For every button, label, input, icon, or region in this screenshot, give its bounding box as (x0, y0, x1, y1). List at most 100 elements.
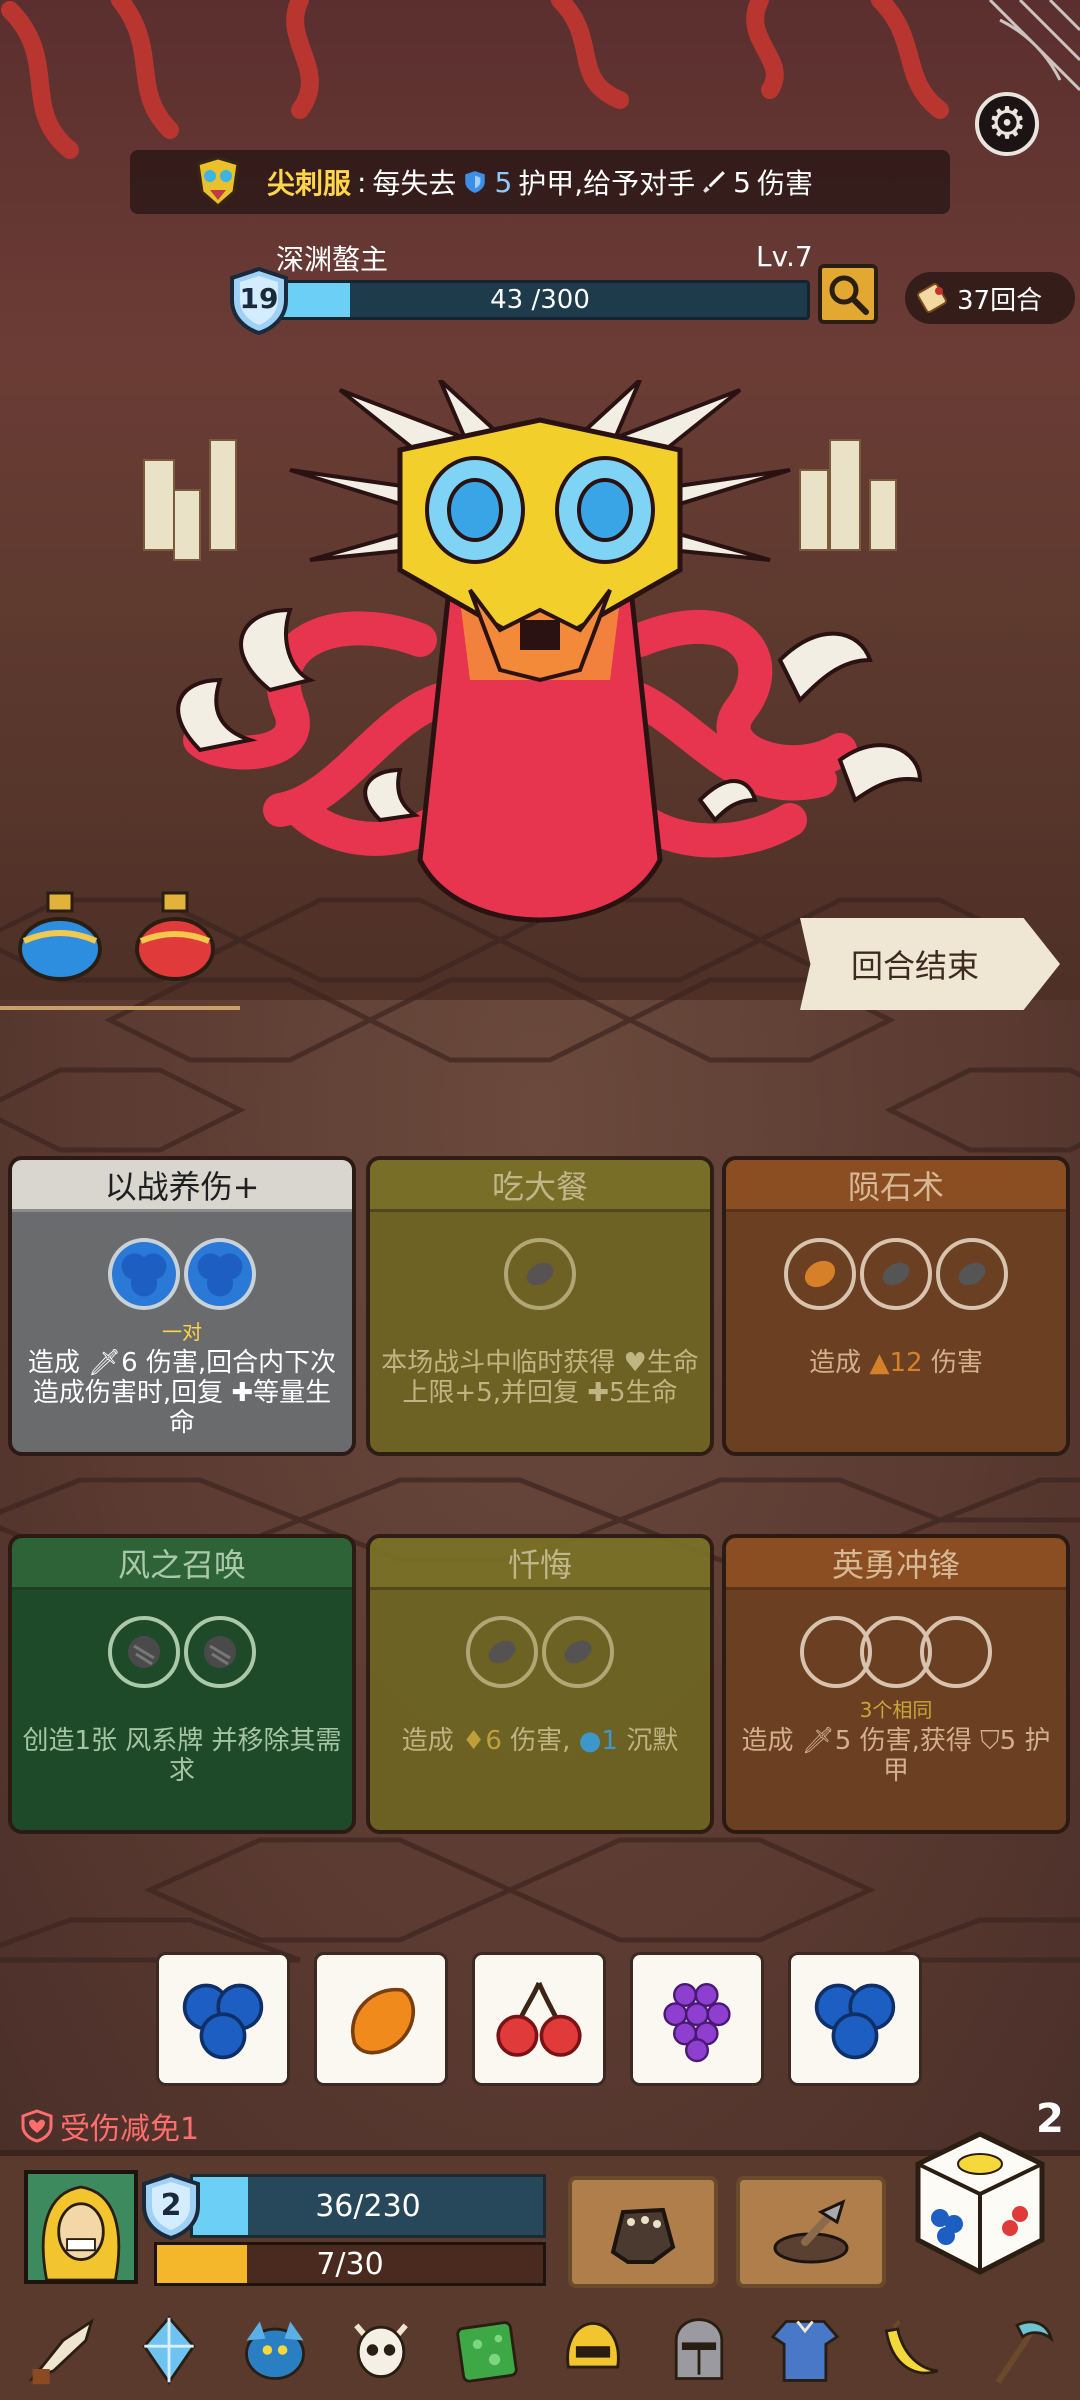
dice-slots (370, 1238, 710, 1310)
dice-slot-empty (466, 1616, 538, 1688)
enemy-hp-bar: 43 /300 (270, 280, 810, 320)
grape-icon (663, 1983, 731, 2063)
dice-slot-blueberry (184, 1238, 256, 1310)
mango-icon (351, 1987, 416, 2055)
cherry-icon (496, 1982, 582, 2057)
player-hp-bar: 36/230 (190, 2174, 546, 2238)
stone-icon (204, 1636, 236, 1668)
desc-prefix: 造成 (809, 1348, 862, 1378)
seed-icon (488, 1640, 516, 1664)
player-portrait[interactable] (24, 2170, 138, 2284)
dice-slot-empty (504, 1238, 576, 1310)
active-relic-banner: 尖刺服: 每失去 5 护甲,给予对手 5 伤害 (130, 150, 950, 214)
spiked-gauntlet-icon (610, 2207, 676, 2264)
skull-icon[interactable] (340, 2309, 422, 2391)
card-description: 造成 🗡6 伤害,回合内下次造成伤害时,回复 ✚等量生命 (27, 1348, 337, 1438)
ability-shovel-slot[interactable] (736, 2176, 886, 2288)
die-grape[interactable] (630, 1952, 764, 2086)
desc-value: 6 (485, 1726, 502, 1756)
fire-icon: ▲ (869, 1348, 890, 1378)
scythe-icon[interactable] (976, 2309, 1058, 2391)
knight-helmet-icon[interactable] (658, 2309, 740, 2391)
enemy-armor-value: 19 (239, 282, 279, 315)
card-title: 风之召唤 (12, 1538, 352, 1590)
red-potion-icon[interactable] (125, 885, 225, 985)
stone-icon (128, 1636, 160, 1668)
die-cherry[interactable] (472, 1952, 606, 2086)
card-description: 本场战斗中临时获得 ♥生命上限+5,并回复 ✚5生命 (381, 1348, 699, 1408)
player-armor-value: 2 (160, 2188, 182, 2223)
scroll-icon (917, 283, 947, 313)
player-hp-text: 36/230 (315, 2188, 421, 2224)
relic-inventory-strip (0, 2300, 1080, 2400)
blueberry-icon (197, 1253, 243, 1297)
dice-slots (12, 1616, 352, 1688)
damage-reduction-status[interactable]: 受伤减免1 (20, 2104, 199, 2148)
blue-potion-icon[interactable] (10, 885, 110, 985)
dice-slot-mango (784, 1238, 856, 1310)
horn-icon[interactable] (22, 2309, 104, 2391)
end-turn-button[interactable]: 回合结束 (800, 918, 1060, 1010)
turn-counter-text: 37回合 (957, 285, 1043, 316)
dice-slot-blueberry (108, 1238, 180, 1310)
desc-suffix: 伤害 (930, 1348, 983, 1378)
golden-helmet-icon[interactable] (552, 2309, 634, 2391)
sword-icon (703, 171, 726, 193)
dice-slot-empty (860, 1238, 932, 1310)
roll-dice-icon[interactable] (910, 2128, 1050, 2278)
card-yizhan[interactable]: 以战养伤+ 一对 造成 🗡6 伤害,回合内下次造成伤害时,回复 ✚等量生命 (8, 1156, 356, 1456)
card-chidacan[interactable]: 吃大餐 本场战斗中临时获得 ♥生命上限+5,并回复 ✚5生命 (366, 1156, 714, 1456)
enemy-intel-button[interactable] (818, 264, 878, 324)
dirt-shovel-icon (773, 2199, 849, 2264)
spiked-mask-relic-icon (196, 156, 240, 208)
card-description: 造成 ♦6 伤害, ●1 沉默 (378, 1726, 702, 1756)
card-title: 英勇冲锋 (726, 1538, 1066, 1590)
ability-gauntlet-slot[interactable] (568, 2176, 718, 2288)
crystal-icon[interactable] (128, 2309, 210, 2391)
banana-icon[interactable] (870, 2309, 952, 2391)
card-chanhui[interactable]: 忏悔 造成 ♦6 伤害, ●1 沉默 (366, 1534, 714, 1834)
abyss-monster[interactable] (140, 380, 940, 980)
desc-value: 12 (889, 1348, 923, 1378)
die-blueberry[interactable] (156, 1952, 290, 2086)
dice-slot-empty (936, 1238, 1008, 1310)
dice-slot-empty (184, 1616, 256, 1688)
enemy-name: 深渊螯主 (276, 243, 389, 276)
settings-gear-icon[interactable]: ⚙ (975, 92, 1039, 156)
card-yunshishu[interactable]: 陨石术 造成 ▲12 伤害 (722, 1156, 1070, 1456)
dragon-icon[interactable] (234, 2309, 316, 2391)
diamond-icon: ♦ (462, 1726, 486, 1756)
magnifier-icon (829, 275, 869, 315)
relic-armor-value: 5 (494, 165, 513, 199)
blueberry-icon (182, 1983, 264, 2060)
card-yingyongchongfeng[interactable]: 英勇冲锋 3个相同 造成 🗡5 伤害,获得 ⛉5 护甲 (722, 1534, 1070, 1834)
relic-separator: : (356, 165, 367, 199)
dice-slots (726, 1238, 1066, 1310)
seed-icon (882, 1262, 910, 1286)
tunic-icon[interactable] (764, 2309, 846, 2391)
card-title: 吃大餐 (370, 1160, 710, 1212)
seed-icon (526, 1262, 554, 1286)
hero-avatar (28, 2174, 134, 2280)
desc-suffix: 沉默 (626, 1726, 679, 1756)
card-fengzhizhaohuan[interactable]: 风之召唤 创造1张 风系牌 并移除其需求 (8, 1534, 356, 1834)
dice-slot-empty (920, 1616, 992, 1688)
seed-icon (958, 1262, 986, 1286)
shield-icon (465, 171, 486, 193)
desc-value-2: 1 (601, 1726, 618, 1756)
card-title: 忏悔 (370, 1538, 710, 1590)
mango-icon (804, 1260, 836, 1288)
die-blueberry[interactable] (788, 1952, 922, 2086)
relic-damage-value: 5 (733, 165, 751, 199)
card-title: 以战养伤+ (12, 1160, 352, 1212)
player-xp-bar: 7/30 (154, 2242, 546, 2286)
dice-slots (370, 1616, 710, 1688)
slime-icon[interactable] (446, 2309, 528, 2391)
die-mango[interactable] (314, 1952, 448, 2086)
desc-prefix: 造成 (401, 1726, 454, 1756)
dice-slots (726, 1616, 1066, 1688)
relic-text-lose: 每失去 (372, 167, 457, 200)
enemy-level: Lv.7 (756, 240, 813, 273)
relic-text-armor: 护甲,给予对手 (518, 167, 696, 200)
seed-icon (564, 1640, 592, 1664)
